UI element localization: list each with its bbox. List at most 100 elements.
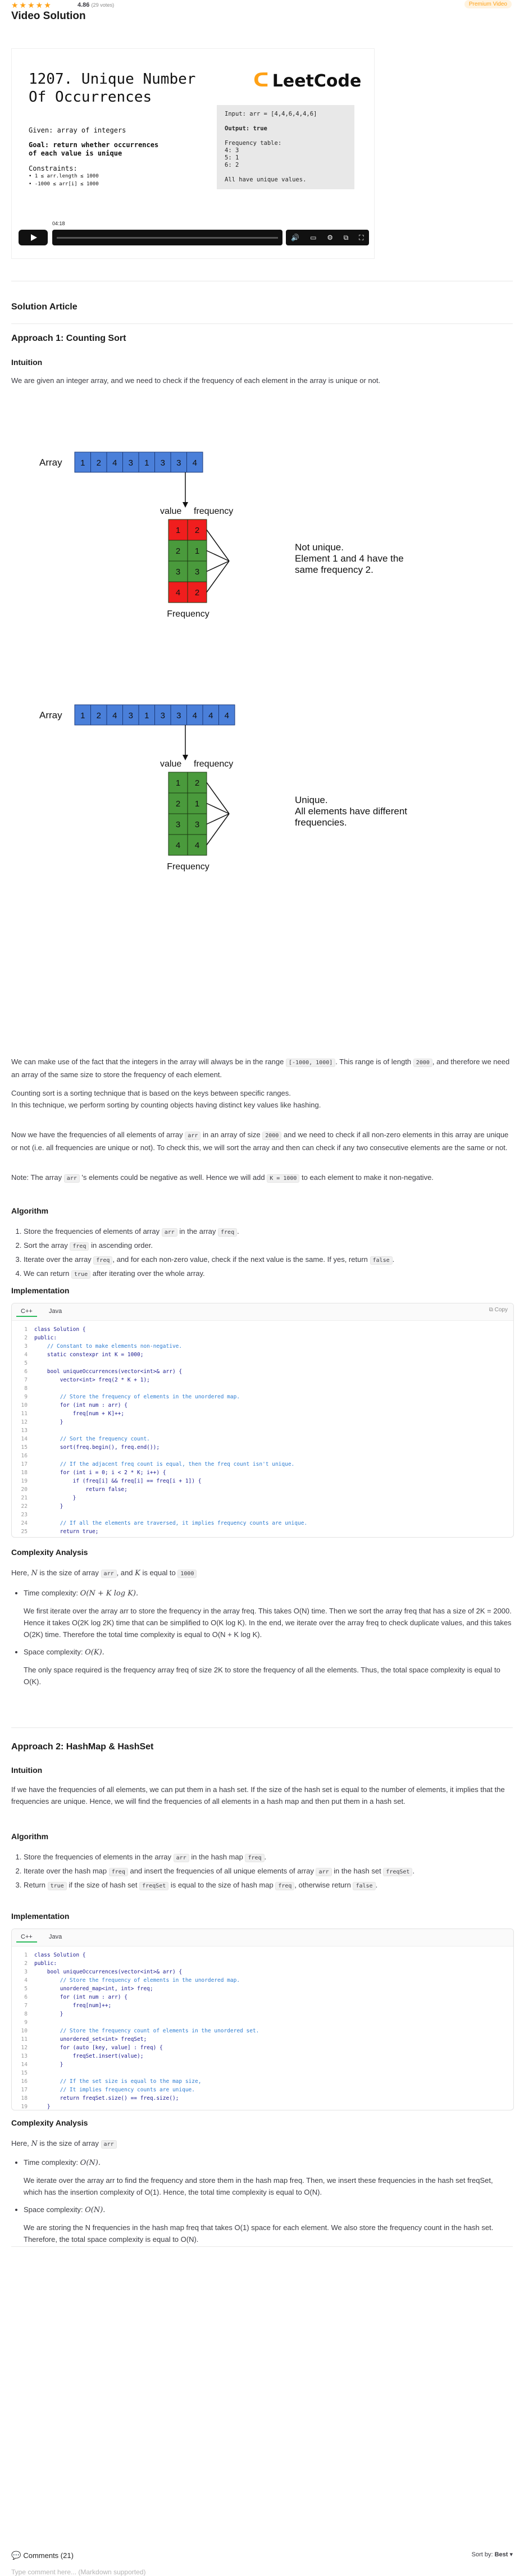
play-button[interactable] bbox=[19, 230, 48, 245]
array-value: 2 bbox=[97, 711, 101, 721]
code-line: } bbox=[34, 2011, 63, 2017]
algorithm-list: Store the frequencies of elements of arr… bbox=[11, 1225, 513, 1282]
code-tabs: C++ Java bbox=[12, 1929, 513, 1946]
video-goal: Goal: return whether occurrences of each… bbox=[29, 141, 159, 157]
code-line: } bbox=[34, 1503, 63, 1510]
tab-java[interactable]: Java bbox=[44, 1307, 66, 1316]
line-number: 16 bbox=[21, 1453, 28, 1459]
line-number: 8 bbox=[24, 2011, 28, 2017]
line-number: 15 bbox=[21, 1444, 28, 1451]
code-line: return false; bbox=[34, 1487, 127, 1493]
code-line: public: bbox=[34, 1335, 57, 1341]
diagram-note: same frequency 2. bbox=[295, 564, 373, 575]
comment-input[interactable]: Type comment here... (Markdown supported… bbox=[11, 2568, 513, 2576]
array-value: 1 bbox=[144, 711, 149, 721]
divider bbox=[11, 1727, 513, 1728]
now-paragraph: Now we have the frequencies of all eleme… bbox=[11, 1130, 509, 1152]
algorithm-step: Iterate over the array freq, and for eac… bbox=[24, 1253, 513, 1266]
array-value: 1 bbox=[144, 458, 149, 468]
frequency-value: 2 bbox=[176, 546, 180, 556]
comments-section: 💬 Comments (21) Sort by: Best ▾ Type com… bbox=[11, 2551, 513, 2576]
captions-icon[interactable]: ▭ bbox=[310, 234, 316, 241]
tab-java[interactable]: Java bbox=[44, 1932, 66, 1941]
algorithm-step: Store the frequencies of elements in the… bbox=[24, 1851, 513, 1864]
premium-badge: Premium Video bbox=[464, 0, 512, 8]
code-line: // It implies frequency counts are uniqu… bbox=[34, 2087, 195, 2093]
frequency-value: 2 bbox=[195, 588, 199, 598]
code-line: freq[num + K]++; bbox=[34, 1411, 125, 1417]
settings-icon[interactable]: ⚙ bbox=[327, 234, 333, 241]
line-number: 10 bbox=[21, 2028, 28, 2034]
bracket-line bbox=[206, 530, 230, 562]
video-constraint-2: • -1000 ≤ arr[i] ≤ 1000 bbox=[29, 181, 99, 187]
algorithm-heading: Algorithm bbox=[11, 1206, 49, 1215]
code-line: vector<int> freq(2 * K + 1); bbox=[34, 1377, 150, 1383]
code-block-2: C++ Java 1 class Solution {2 public: 3 bool… bbox=[11, 1928, 514, 2110]
volume-icon[interactable]: 🔊 bbox=[291, 234, 299, 241]
line-number: 14 bbox=[21, 2062, 28, 2068]
frequency-value: 4 bbox=[176, 588, 180, 598]
rating-stars[interactable]: ★★★★★ bbox=[11, 1, 52, 10]
tab-cpp[interactable]: C++ bbox=[16, 1307, 37, 1317]
range-paragraph: We can make use of the fact that the int… bbox=[11, 1057, 510, 1079]
array-value: 1 bbox=[80, 711, 85, 721]
array-value: 3 bbox=[161, 711, 165, 721]
intuition2-heading: Intuition bbox=[11, 1766, 43, 1775]
line-number: 17 bbox=[21, 2087, 28, 2093]
code-line: freqSet.insert(value); bbox=[34, 2053, 144, 2059]
code-lines: 1 class Solution {2 public: 3 bool uniqueOc… bbox=[12, 1946, 513, 2110]
frequency-value: 3 bbox=[176, 567, 180, 577]
line-number: 2 bbox=[24, 1961, 28, 1967]
complexity-list-2: Time complexity: O(N). We iterate over t… bbox=[11, 2156, 513, 2246]
bracket-line bbox=[206, 813, 230, 845]
line-number: 3 bbox=[24, 1969, 28, 1975]
line-number: 6 bbox=[24, 1369, 28, 1375]
frequency-value: 3 bbox=[176, 820, 180, 829]
tab-cpp[interactable]: C++ bbox=[16, 1932, 37, 1943]
code-line: // Constant to make elements non-negativ… bbox=[34, 1343, 183, 1349]
line-number: 5 bbox=[24, 1360, 28, 1366]
complexity-heading-2: Complexity Analysis bbox=[11, 2118, 88, 2127]
divider bbox=[11, 323, 513, 324]
frequency-bottom-label: Frequency bbox=[167, 609, 209, 619]
frequency-value: 3 bbox=[195, 820, 199, 829]
page: ★★★★★ 4.86 (29 votes) Premium Video Vide… bbox=[0, 0, 524, 2576]
bracket-line bbox=[206, 560, 230, 592]
solution-article-heading: Solution Article bbox=[11, 302, 78, 312]
array-value: 4 bbox=[225, 711, 229, 721]
frequency-value: 1 bbox=[195, 546, 199, 556]
line-number: 5 bbox=[24, 1986, 28, 1992]
array-value: 4 bbox=[112, 711, 117, 721]
video-progress-bar[interactable] bbox=[52, 230, 282, 245]
leetcode-logo: ᑕ LeetCode bbox=[253, 69, 362, 92]
implementation2-heading: Implementation bbox=[11, 1912, 70, 1921]
line-number: 6 bbox=[24, 1994, 28, 2000]
copy-button[interactable]: ⧉ Copy bbox=[489, 1307, 508, 1313]
line-number: 16 bbox=[21, 2078, 28, 2085]
diagram-note: Not unique. bbox=[295, 542, 344, 553]
frequency-value: 3 bbox=[195, 567, 199, 577]
array-value: 2 bbox=[97, 458, 101, 468]
array-value: 3 bbox=[129, 458, 133, 468]
video-player[interactable]: 1207. Unique Number Of Occurrences ᑕ Leet… bbox=[11, 48, 375, 259]
diagram-not-unique: Array 1 2 4 3 1 3 3 4 value frequency 1 2 2 1 3 3 4 2 Frequ… bbox=[39, 452, 404, 619]
array-value: 1 bbox=[80, 458, 85, 468]
fullscreen-icon[interactable]: ⛶ bbox=[359, 234, 363, 242]
line-number: 17 bbox=[21, 1461, 28, 1467]
algorithm-step: We can return true after iterating over … bbox=[24, 1268, 513, 1280]
algorithm-step: Iterate over the hash map freq and inser… bbox=[24, 1865, 513, 1878]
pip-icon[interactable]: ⧉ bbox=[344, 234, 349, 242]
array-value: 4 bbox=[193, 458, 197, 468]
frequency-value: 1 bbox=[195, 799, 199, 809]
line-number: 7 bbox=[24, 1377, 28, 1383]
line-number: 11 bbox=[21, 2036, 28, 2042]
line-number: 12 bbox=[21, 1419, 28, 1425]
code-tabs: C++ Java ⧉ Copy bbox=[12, 1303, 513, 1321]
code-line: sort(freq.begin(), freq.end()); bbox=[34, 1444, 160, 1451]
array-value: 3 bbox=[176, 711, 181, 721]
sort-dropdown[interactable]: Sort by: Best ▾ bbox=[472, 2551, 513, 2558]
frequency-header: frequency bbox=[194, 759, 233, 769]
line-number: 8 bbox=[24, 1385, 28, 1392]
diagram-unique: Array 1 2 4 3 1 3 3 4 4 4 value frequency 1 2 2 1 3 3 4 4 Fre… bbox=[39, 704, 407, 872]
code-line: freq[num]++; bbox=[34, 2003, 112, 2009]
